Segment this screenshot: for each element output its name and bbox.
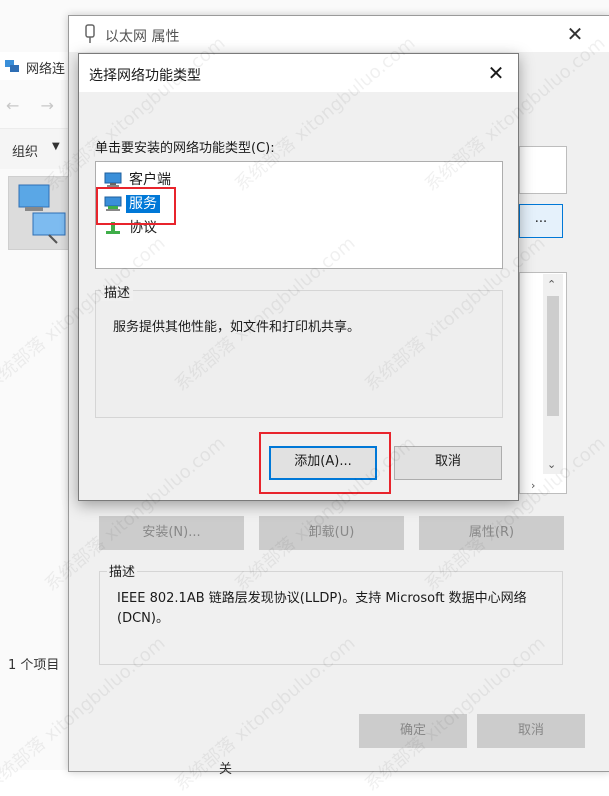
properties-titlebar: 以太网 属性 ✕ (69, 16, 609, 52)
chevron-down-icon[interactable]: ▼ (52, 141, 60, 152)
ethernet-icon (85, 24, 95, 43)
description-text: IEEE 802.1AB 链路层发现协议(LLDP)。支持 Microsoft … (117, 591, 527, 626)
network-connections-icon (5, 60, 19, 72)
description-label: 描述 (107, 561, 138, 580)
client-icon (104, 172, 122, 187)
close-icon[interactable]: ✕ (483, 60, 509, 86)
organize-menu[interactable]: 组织 (12, 141, 38, 160)
vertical-scrollbar[interactable] (543, 274, 563, 474)
cancel-button[interactable]: 取消 (477, 714, 585, 748)
scrollbar-thumb[interactable] (547, 296, 559, 416)
properties-title: 以太网 属性 (105, 29, 180, 45)
scroll-up-icon[interactable]: ⌃ (547, 278, 556, 291)
adapter-field (519, 146, 567, 194)
nav-arrows[interactable]: ← → (6, 96, 62, 115)
highlight-box-service (96, 187, 176, 225)
explorer-title: 网络连 (26, 62, 66, 77)
status-bar-count: 1 个项目 (8, 658, 60, 673)
configure-button[interactable]: ... (519, 204, 563, 238)
